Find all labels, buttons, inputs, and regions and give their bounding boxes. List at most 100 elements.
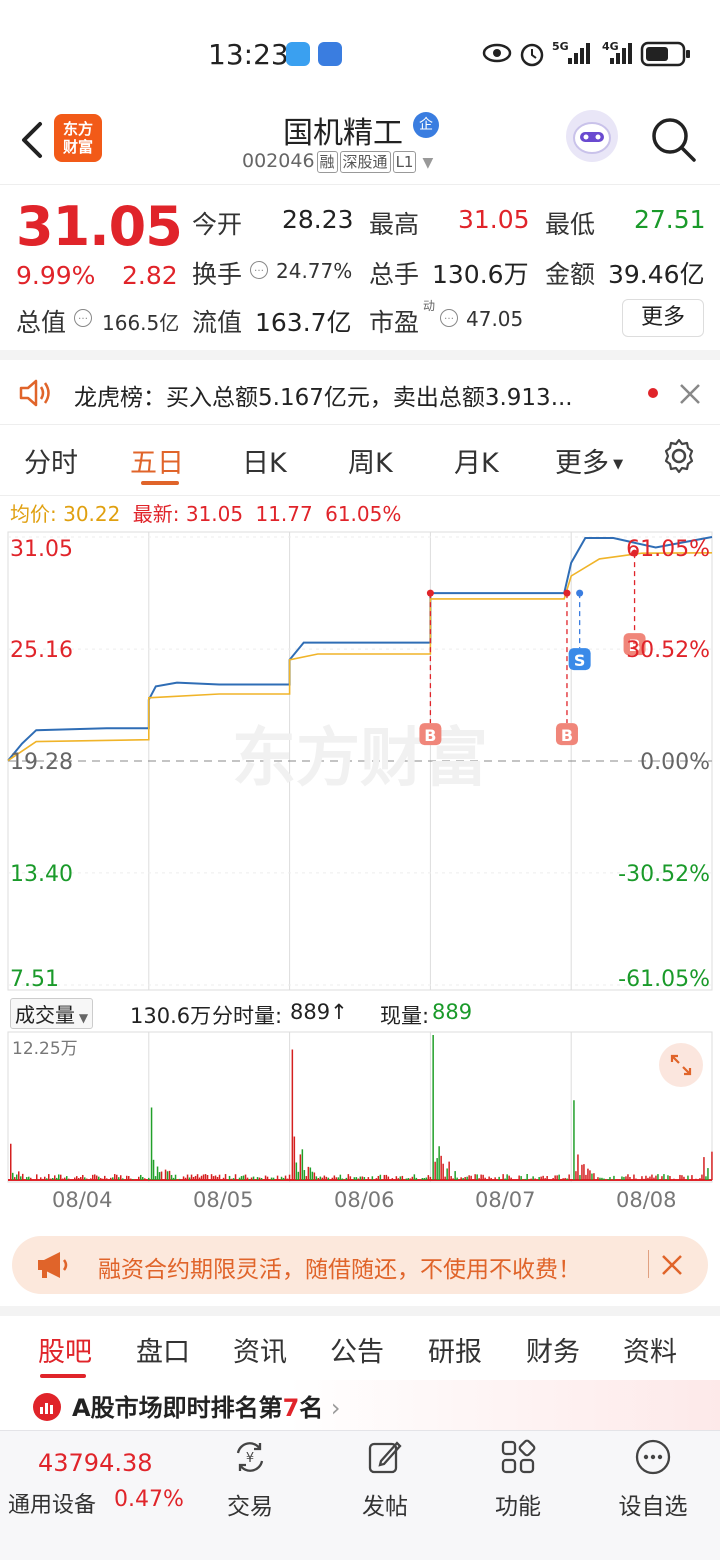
volume-frame xyxy=(7,1031,713,1183)
volume-bar xyxy=(575,1171,577,1180)
nav-post[interactable]: 发帖 xyxy=(325,1431,445,1531)
tab-orderbook[interactable]: 盘口 xyxy=(136,1330,190,1369)
volume-bar xyxy=(54,1175,56,1180)
volume-bar xyxy=(248,1178,251,1180)
volume-bar xyxy=(116,1174,118,1180)
volume-bar xyxy=(583,1164,585,1180)
expand-icon[interactable] xyxy=(658,1042,704,1088)
pe-info-icon[interactable]: … xyxy=(440,309,458,327)
volume-bar xyxy=(699,1178,701,1180)
chevron-right-icon: › xyxy=(323,1394,341,1422)
tick-volume-label: 分时量: xyxy=(212,1004,283,1028)
volume-bar xyxy=(214,1175,217,1180)
volume-bar xyxy=(228,1175,231,1180)
content-tabs: 股吧 盘口 资讯 公告 研报 财务 资料 xyxy=(0,1306,720,1378)
nav-functions[interactable]: 功能 xyxy=(458,1431,578,1531)
megaphone-icon xyxy=(38,1252,68,1278)
volume-bar xyxy=(327,1177,330,1180)
volume-bar xyxy=(607,1178,609,1180)
volume-bar xyxy=(160,1171,163,1180)
volume-bar xyxy=(78,1178,80,1180)
select-arrow-icon: ▼ xyxy=(75,1011,89,1025)
volume-bar xyxy=(178,1178,181,1180)
low-value: 27.51 xyxy=(634,205,706,234)
volume-bar xyxy=(558,1174,560,1180)
close-icon[interactable] xyxy=(678,382,702,406)
more-quote-button[interactable]: 更多 xyxy=(622,299,704,337)
rank-prefix: A股市场即时排名第 xyxy=(72,1394,283,1422)
tab-research[interactable]: 研报 xyxy=(428,1330,482,1369)
nav-trade[interactable]: ¥ 交易 xyxy=(190,1431,310,1531)
tab-news[interactable]: 资讯 xyxy=(233,1330,287,1369)
low-label: 最低 xyxy=(545,210,596,239)
volume-bar xyxy=(454,1171,456,1180)
volume-indicator-select[interactable]: 成交量 ▼ xyxy=(10,998,94,1029)
tab-profile[interactable]: 资料 xyxy=(623,1330,677,1369)
tab-five-day[interactable]: 五日 xyxy=(130,441,184,480)
tab-financials[interactable]: 财务 xyxy=(526,1330,580,1369)
stock-code-row[interactable]: 002046 融深股通 L1 ▼ xyxy=(242,150,433,173)
volume-bar xyxy=(299,1154,302,1180)
volume-bar xyxy=(222,1177,225,1180)
promo-close-icon[interactable] xyxy=(660,1253,684,1277)
volume-bar xyxy=(633,1174,635,1180)
mktcap-info-icon[interactable]: … xyxy=(74,309,92,327)
market-rank-banner[interactable]: A股市场即时排名第7名 › xyxy=(0,1380,720,1430)
avg-label: 均价: xyxy=(10,502,57,526)
tab-forum[interactable]: 股吧 xyxy=(38,1330,92,1369)
tab-more[interactable]: 更多 ▼ xyxy=(555,441,623,480)
volume-header: 成交量 ▼ 130.6万 分时量: 889↑ 现量: 889 xyxy=(0,996,720,1030)
volume-bar xyxy=(291,1049,294,1180)
tab-announcements[interactable]: 公告 xyxy=(330,1330,384,1369)
volume-bar xyxy=(339,1174,342,1180)
latest-change: 11.77 xyxy=(255,502,313,526)
five-day-price-chart[interactable]: 东方财富 B BSB 31.05 61.05%25.16 30.52%19.28 0.0… xyxy=(0,530,720,995)
volume-bar xyxy=(627,1174,629,1180)
nav-post-label: 发帖 xyxy=(362,1494,408,1520)
volume-chart[interactable]: 12.25万 xyxy=(0,1030,720,1185)
volume-bar xyxy=(28,1176,30,1180)
dragon-tiger-notice[interactable]: 龙虎榜：买入总额5.167亿元，卖出总额3.913... xyxy=(0,350,720,422)
y-axis-label-left: 31.05 xyxy=(10,537,73,562)
margin-promo-banner[interactable]: 融资合约期限灵活，随借随还，不使用不收费！ xyxy=(12,1236,708,1294)
volume-bar xyxy=(132,1178,134,1180)
volume-bar xyxy=(581,1164,583,1180)
volume-bar xyxy=(84,1177,86,1180)
index-ticker[interactable]: 43794.38 通用设备 0.47% xyxy=(0,1431,190,1531)
volume-bar xyxy=(363,1177,366,1180)
volume-bar xyxy=(276,1175,279,1180)
volume-bar xyxy=(474,1174,476,1180)
volume-bar xyxy=(52,1178,54,1180)
volume-bar xyxy=(22,1173,24,1180)
eastmoney-logo[interactable]: 东方 财富 xyxy=(54,114,102,162)
more-dots-icon xyxy=(635,1439,671,1475)
settings-gear-icon[interactable] xyxy=(660,437,698,475)
assistant-robot-icon[interactable] xyxy=(566,110,618,162)
volume-bar xyxy=(303,1170,306,1180)
volume-bar xyxy=(196,1174,199,1180)
float-value: 163.7亿 xyxy=(255,308,352,337)
volume-bar xyxy=(375,1178,378,1180)
open-label: 今开 xyxy=(192,210,243,239)
volume-bar xyxy=(564,1177,566,1180)
volume-bar xyxy=(484,1177,486,1180)
tab-daily-k[interactable]: 日K xyxy=(242,441,287,480)
volume-bar xyxy=(288,1174,291,1180)
date-label-2: 08/05 xyxy=(193,1188,254,1212)
volume-bar xyxy=(305,1176,308,1180)
volume-bar xyxy=(198,1177,201,1180)
volume-bar xyxy=(502,1174,504,1180)
tab-intraday[interactable]: 分时 xyxy=(24,441,78,480)
tab-monthly-k[interactable]: 月K xyxy=(454,441,499,480)
nav-add-watchlist[interactable]: 设自选 xyxy=(593,1431,713,1531)
back-arrow-icon[interactable] xyxy=(18,120,48,160)
tab-weekly-k[interactable]: 周K xyxy=(348,441,393,480)
volume-label: 总手 xyxy=(369,260,420,289)
search-icon[interactable] xyxy=(650,116,698,164)
volume-bar xyxy=(589,1170,591,1180)
volume-bar xyxy=(317,1177,320,1180)
volume-bar xyxy=(377,1175,380,1180)
volume-bar xyxy=(46,1178,48,1180)
volume-bar xyxy=(421,1178,424,1180)
turnover-info-icon[interactable]: … xyxy=(250,261,268,279)
